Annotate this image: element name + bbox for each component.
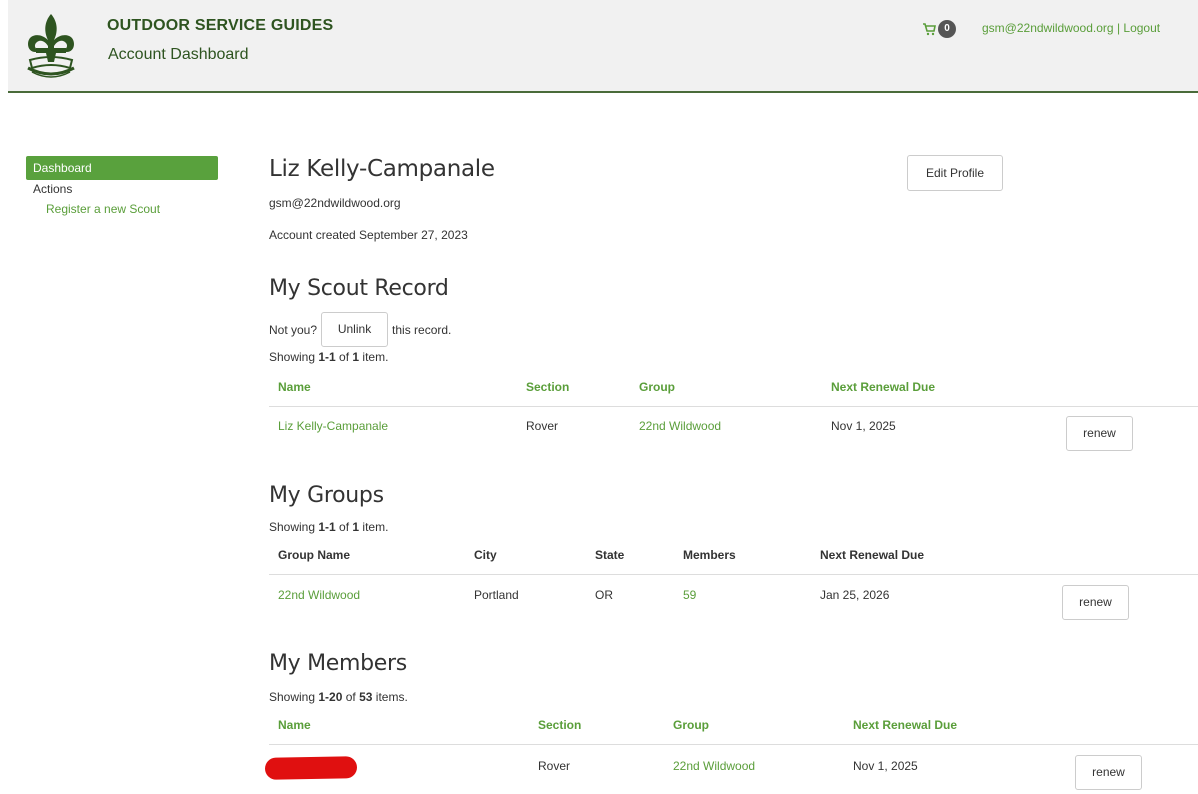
col-header-section[interactable]: Section [526,380,569,394]
col-header-group[interactable]: Group [639,380,675,394]
summary-of: of [342,690,360,704]
summary-suffix: items. [372,690,408,704]
edit-profile-button[interactable]: Edit Profile [907,155,1003,191]
scout-section: Rover [526,419,559,433]
members-heading: My Members [269,651,407,676]
sidebar-item-dashboard[interactable]: Dashboard [26,156,218,180]
table-divider [269,574,1198,575]
renew-button[interactable]: renew [1062,585,1129,620]
col-header-group-name[interactable]: Group Name [278,548,350,562]
scout-record-summary: Showing 1-1 of 1 item. [269,350,388,364]
summary-prefix: Showing [269,520,319,534]
shopping-cart-icon [923,23,936,36]
member-renewal-date: Nov 1, 2025 [853,759,918,773]
page-subtitle: Account Dashboard [108,46,249,63]
member-group-link[interactable]: 22nd Wildwood [673,759,755,773]
col-header-state[interactable]: State [595,548,624,562]
sidebar: Dashboard Actions Register a new Scout [26,156,218,216]
unlink-line: Not you? Unlink this record. [269,312,451,347]
col-header-name[interactable]: Name [278,380,311,394]
summary-of: of [335,520,353,534]
renew-button[interactable]: renew [1075,755,1142,790]
col-header-members[interactable]: Members [683,548,736,562]
site-header: OUTDOOR SERVICE GUIDES Account Dashboard… [8,0,1198,93]
group-name-link[interactable]: 22nd Wildwood [278,588,360,602]
summary-prefix: Showing [269,690,319,704]
summary-range: 1-20 [318,690,343,704]
profile-name: Liz Kelly-Campanale [269,156,495,182]
unlink-button[interactable]: Unlink [321,312,389,347]
col-header-renewal[interactable]: Next Renewal Due [820,548,924,562]
sidebar-item-register-scout[interactable]: Register a new Scout [26,202,218,216]
cart-count-badge: 0 [938,20,956,38]
scout-record-heading: My Scout Record [269,276,449,301]
summary-range: 1-1 [318,520,336,534]
groups-heading: My Groups [269,483,384,508]
cart-link[interactable]: 0 [922,20,956,38]
link-separator: | [1116,21,1121,35]
col-header-group[interactable]: Group [673,718,709,732]
user-email-link[interactable]: gsm@22ndwildwood.org [982,21,1114,35]
summary-of: of [335,350,353,364]
sidebar-heading-actions: Actions [33,182,73,196]
summary-range: 1-1 [318,350,336,364]
member-section: Rover [538,759,571,773]
group-renewal-date: Jan 25, 2026 [820,588,890,602]
user-links: gsm@22ndwildwood.org | Logout [982,21,1160,35]
summary-prefix: Showing [269,350,319,364]
col-header-section[interactable]: Section [538,718,581,732]
summary-total: 53 [359,690,373,704]
col-header-city[interactable]: City [474,548,497,562]
groups-summary: Showing 1-1 of 1 item. [269,520,388,534]
scout-renewal-date: Nov 1, 2025 [831,419,896,433]
redacted-member-name [264,756,358,780]
summary-suffix: item. [359,350,389,364]
renew-button[interactable]: renew [1066,416,1133,451]
group-members-link[interactable]: 59 [683,588,696,602]
table-divider [269,744,1198,745]
members-summary: Showing 1-20 of 53 items. [269,690,408,704]
not-you-text: Not you? [269,322,318,337]
group-state: OR [595,588,613,602]
table-divider [269,406,1198,407]
logout-link[interactable]: Logout [1123,21,1160,35]
group-city: Portland [474,588,519,602]
summary-suffix: item. [359,520,389,534]
col-header-name[interactable]: Name [278,718,311,732]
profile-email: gsm@22ndwildwood.org [269,196,401,210]
org-title: OUTDOOR SERVICE GUIDES [107,17,334,34]
scout-group-link[interactable]: 22nd Wildwood [639,419,721,433]
fleur-de-lis-logo-icon[interactable] [22,10,80,82]
account-created: Account created September 27, 2023 [269,228,468,242]
this-record-text: this record. [392,322,452,337]
col-header-renewal[interactable]: Next Renewal Due [853,718,957,732]
col-header-renewal[interactable]: Next Renewal Due [831,380,935,394]
scout-name-link[interactable]: Liz Kelly-Campanale [278,419,388,433]
